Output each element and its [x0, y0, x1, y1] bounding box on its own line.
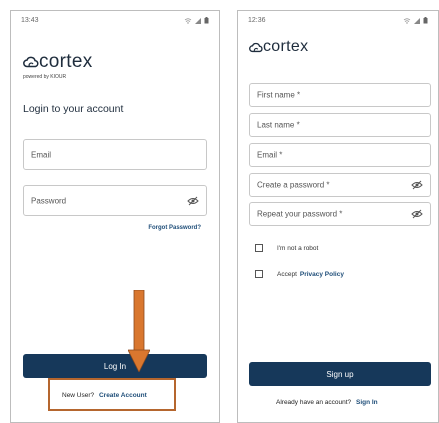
password-placeholder: Password	[31, 196, 67, 205]
email-field[interactable]: Email	[23, 139, 207, 170]
brand-name: cortex	[39, 51, 93, 72]
cloud-logo-icon	[249, 42, 263, 52]
status-bar: 13:43	[21, 17, 209, 24]
last-name-placeholder: Last name *	[257, 120, 300, 130]
sign-in-link[interactable]: Sign In	[356, 399, 378, 406]
signup-screen: 12:36 cortex First name * Last name * Em…	[237, 10, 439, 423]
status-icons	[403, 17, 428, 24]
login-button[interactable]: Log In	[23, 354, 207, 378]
accept-label: Accept	[277, 270, 297, 278]
email-field[interactable]: Email *	[249, 143, 431, 167]
status-time: 13:43	[21, 17, 39, 24]
first-name-field[interactable]: First name *	[249, 83, 431, 107]
wifi-icon	[403, 17, 411, 24]
signup-button[interactable]: Sign up	[249, 362, 431, 386]
cortex-logo: cortex	[23, 51, 93, 73]
password-field[interactable]: Password	[23, 185, 207, 216]
not-robot-row: I'm not a robot	[255, 244, 318, 252]
page-title: Login to your account	[23, 103, 124, 115]
email-placeholder: Email *	[257, 150, 283, 160]
repeat-password-field[interactable]: Repeat your password *	[249, 202, 431, 226]
accept-policy-row: Accept Privacy Policy	[255, 270, 344, 278]
last-name-field[interactable]: Last name *	[249, 113, 431, 137]
signal-icon	[414, 17, 420, 24]
login-screen: 13:43 cortex powered by KIOUR Login to y…	[10, 10, 220, 423]
email-placeholder: Email	[31, 150, 52, 159]
repeat-password-placeholder: Repeat your password *	[257, 209, 343, 219]
already-account-text: Already have an account?	[276, 399, 352, 406]
powered-by-text: powered by KIOUR	[23, 74, 67, 80]
accept-policy-checkbox[interactable]	[255, 270, 263, 278]
cortex-logo: cortex	[249, 38, 308, 56]
eye-off-icon[interactable]	[411, 180, 423, 190]
create-password-field[interactable]: Create a password *	[249, 173, 431, 197]
brand-name: cortex	[263, 38, 309, 55]
not-robot-label: I'm not a robot	[277, 244, 319, 252]
forgot-password-link[interactable]: Forgot Password?	[148, 225, 201, 231]
eye-off-icon[interactable]	[187, 196, 199, 206]
cloud-logo-icon	[23, 56, 39, 68]
annotation-arrow	[128, 290, 150, 372]
signal-icon	[195, 17, 201, 24]
battery-icon	[204, 17, 209, 24]
battery-icon	[423, 17, 428, 24]
privacy-policy-link[interactable]: Privacy Policy	[300, 271, 344, 278]
annotation-highlight-box	[48, 378, 176, 411]
create-password-placeholder: Create a password *	[257, 180, 330, 190]
first-name-placeholder: First name *	[257, 90, 301, 100]
already-account-row: Already have an account? Sign In	[276, 399, 378, 406]
status-bar: 12:36	[248, 17, 428, 24]
status-icons	[184, 17, 209, 24]
wifi-icon	[184, 17, 192, 24]
status-time: 12:36	[248, 17, 266, 24]
eye-off-icon[interactable]	[411, 209, 423, 219]
not-robot-checkbox[interactable]	[255, 244, 263, 252]
